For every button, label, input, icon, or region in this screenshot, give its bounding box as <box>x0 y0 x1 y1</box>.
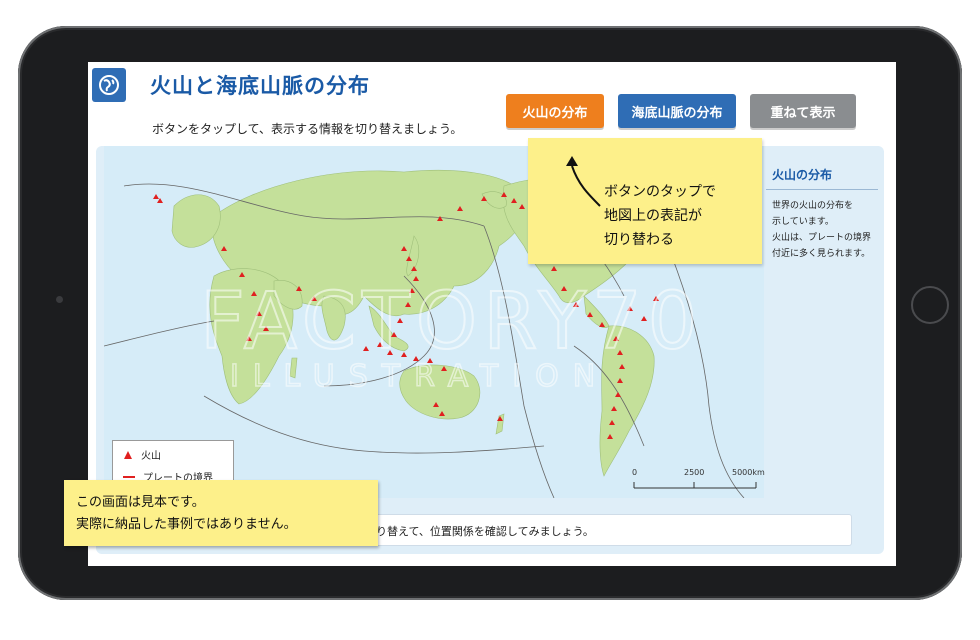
info-title: 火山の分布 <box>766 158 878 190</box>
volcano-distribution-button[interactable]: 火山の分布 <box>506 94 604 128</box>
ridge-distribution-button[interactable]: 海底山脈の分布 <box>618 94 736 128</box>
page-title: 火山と海底山脈の分布 <box>150 74 370 98</box>
globe-icon <box>92 68 126 102</box>
callout-line: 切り替わる <box>604 232 674 248</box>
notice-line: この画面は見本です。 <box>76 495 205 510</box>
info-line: 付近に多く見られます。 <box>772 249 871 259</box>
overlay-button[interactable]: 重ねて表示 <box>750 94 856 128</box>
legend-volcano-label: 火山 <box>141 451 161 462</box>
notice-line: 実際に納品した事例ではありません。 <box>76 517 297 532</box>
map-scale: 0 2500 5000km <box>632 468 765 494</box>
page-subtitle: ボタンをタップして、表示する情報を切り替えましょう。 <box>152 122 463 136</box>
info-panel: 火山の分布 世界の火山の分布を 示しています。 火山は、プレートの境界 付近に多… <box>766 158 878 262</box>
callout-line: ボタンのタップで <box>604 184 716 200</box>
info-line: 世界の火山の分布を <box>772 201 854 211</box>
callout-line: 地図上の表記が <box>604 208 702 224</box>
info-body: 世界の火山の分布を 示しています。 火山は、プレートの境界 付近に多く見られます… <box>766 190 878 262</box>
info-line: 火山は、プレートの境界 <box>772 233 872 243</box>
scale-tick-2500: 2500 <box>684 468 705 477</box>
callout-note: ボタンのタップで 地図上の表記が 切り替わる <box>528 138 762 264</box>
scale-tick-5000: 5000km <box>732 468 765 477</box>
callout-text: ボタンのタップで 地図上の表記が 切り替わる <box>604 180 754 252</box>
notice-text: この画面は見本です。 実際に納品した事例ではありません。 <box>76 492 297 536</box>
camera-dot <box>56 296 63 303</box>
home-button[interactable] <box>911 286 949 324</box>
volcano-legend-icon <box>124 450 132 459</box>
info-line: 示しています。 <box>772 217 834 227</box>
scale-tick-0: 0 <box>632 468 638 477</box>
sample-notice: この画面は見本です。 実際に納品した事例ではありません。 <box>64 480 378 546</box>
